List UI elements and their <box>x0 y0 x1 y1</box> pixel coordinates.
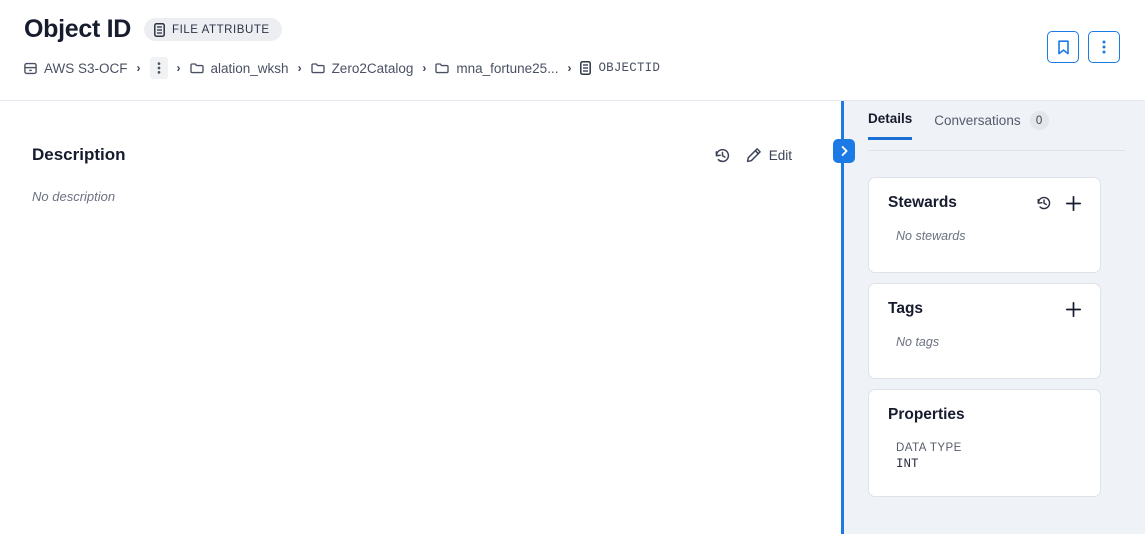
description-header: Description Edit <box>32 145 792 165</box>
breadcrumb-separator: › <box>176 61 181 75</box>
breadcrumb-separator: › <box>567 61 572 75</box>
card-actions <box>1036 195 1082 212</box>
breadcrumb-label: OBJECTID <box>598 61 661 75</box>
panel-collapse-toggle[interactable] <box>833 139 855 163</box>
property-row: DATA TYPE INT <box>869 424 1100 471</box>
property-value: INT <box>896 457 919 471</box>
tab-label: Conversations <box>934 113 1021 128</box>
bookmark-button[interactable] <box>1047 31 1079 63</box>
description-empty-text: No description <box>32 189 116 204</box>
breadcrumb-item-alation-wksh[interactable]: alation_wksh <box>189 60 289 76</box>
breadcrumb: AWS S3-OCF › › alation_wksh › Zero2Catal… <box>24 57 660 79</box>
file-attribute-icon <box>154 22 165 37</box>
chevron-right-icon <box>840 145 849 157</box>
card-empty-text: No tags <box>896 335 940 349</box>
title-row: Object ID FILE ATTRIBUTE <box>24 17 282 42</box>
more-options-button[interactable] <box>1088 31 1120 63</box>
breadcrumb-item-mna-fortune25[interactable]: mna_fortune25... <box>435 61 558 76</box>
card-empty-text: No stewards <box>896 229 966 243</box>
edit-button[interactable]: Edit <box>746 147 792 163</box>
description-title: Description <box>32 145 126 164</box>
edit-button-label: Edit <box>768 147 792 163</box>
breadcrumb-item-objectid[interactable]: OBJECTID <box>580 61 660 75</box>
ellipsis-vertical-icon <box>1102 39 1106 55</box>
page-title: Object ID <box>24 15 132 43</box>
property-label: DATA TYPE <box>896 442 962 454</box>
breadcrumb-overflow-button[interactable] <box>149 57 168 79</box>
folder-icon <box>189 62 204 74</box>
card-header: Stewards <box>869 178 1100 212</box>
folder-icon <box>310 62 325 74</box>
edit-pencil-icon <box>746 147 762 163</box>
database-icon <box>24 62 37 75</box>
breadcrumb-separator: › <box>422 61 427 75</box>
breadcrumb-separator: › <box>297 61 302 75</box>
card-header: Tags <box>869 284 1100 318</box>
card-title: Stewards <box>888 194 957 211</box>
card-tags: Tags No tags <box>868 283 1101 379</box>
history-icon[interactable] <box>714 147 731 164</box>
plus-icon[interactable] <box>1065 301 1082 318</box>
card-properties: Properties DATA TYPE INT <box>868 389 1101 497</box>
main-content: Description Edit No description <box>0 101 842 534</box>
side-panel: Details Conversations 0 Stewards No stew… <box>844 101 1145 534</box>
breadcrumb-item-zero2catalog[interactable]: Zero2Catalog <box>310 60 414 76</box>
bookmark-icon <box>1056 39 1071 56</box>
breadcrumb-label: alation_wksh <box>210 60 289 76</box>
status-badge: FILE ATTRIBUTE <box>144 18 282 41</box>
card-title: Properties <box>888 406 965 423</box>
breadcrumb-item-aws-s3-ocf[interactable]: AWS S3-OCF <box>24 61 128 76</box>
tab-label: Details <box>868 111 913 126</box>
file-attribute-icon <box>580 61 592 75</box>
tab-count-badge: 0 <box>1029 111 1049 130</box>
breadcrumb-label: AWS S3-OCF <box>44 60 128 76</box>
plus-icon[interactable] <box>1065 195 1082 212</box>
folder-icon <box>435 62 450 74</box>
description-actions: Edit <box>714 147 792 164</box>
ellipsis-vertical-icon <box>157 61 161 75</box>
history-icon[interactable] <box>1036 195 1052 211</box>
status-badge-label: FILE ATTRIBUTE <box>172 23 270 36</box>
card-actions <box>1065 301 1082 318</box>
panel-tabs: Details Conversations 0 <box>868 111 1125 151</box>
breadcrumb-label: mna_fortune25... <box>456 60 559 76</box>
header-actions <box>1047 31 1120 63</box>
tab-details[interactable]: Details <box>868 111 913 140</box>
breadcrumb-separator: › <box>136 61 141 75</box>
page-header: Object ID FILE ATTRIBUTE AWS S3-OCF › › … <box>0 0 1145 101</box>
breadcrumb-label: Zero2Catalog <box>331 60 414 76</box>
card-header: Properties <box>869 390 1100 424</box>
card-title: Tags <box>888 300 924 317</box>
tab-conversations[interactable]: Conversations 0 <box>934 111 1049 141</box>
card-stewards: Stewards No stewards <box>868 177 1101 273</box>
